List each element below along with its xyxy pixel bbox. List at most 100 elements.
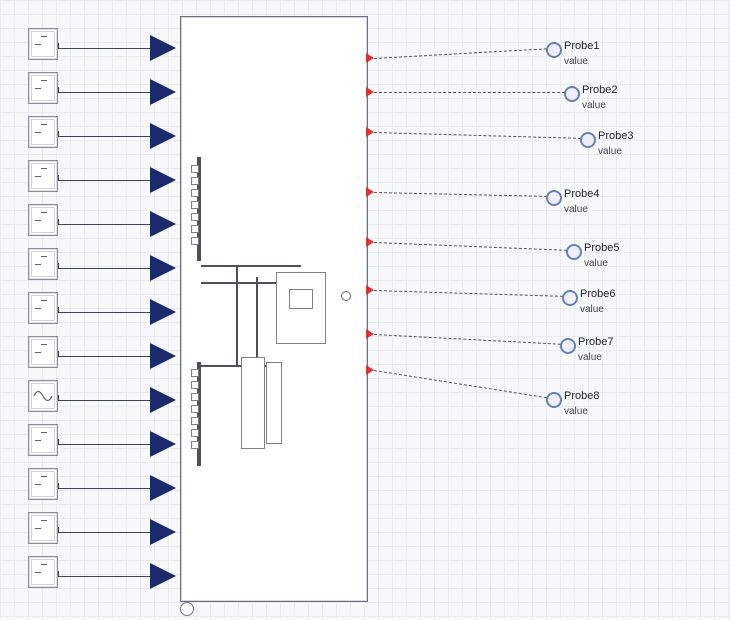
wire [58,136,150,137]
probe-connector [374,290,568,297]
probe-name: Probe2 [582,84,617,96]
wire [58,576,150,577]
port-glyph [191,417,199,425]
output-port-icon [366,329,374,339]
output-port-icon [366,285,374,295]
port-glyph [191,213,199,221]
probe-name: Probe7 [578,336,613,348]
step-source-block[interactable] [28,424,58,456]
wire [58,92,150,93]
inner-block [266,362,282,444]
probe-connector [374,132,586,139]
wire [58,312,150,313]
gain-block[interactable] [150,387,176,413]
probe-value: value [564,56,588,67]
inner-wire [236,267,238,367]
probe-connector [374,334,566,345]
wire [58,488,150,489]
gain-block[interactable] [150,255,176,281]
port-glyph [191,381,199,389]
port-glyph [191,405,199,413]
probe-value: value [580,304,604,315]
sine-source-block[interactable] [28,380,58,412]
probe-value: value [578,352,602,363]
gain-block[interactable] [150,167,176,193]
port-glyph [191,369,199,377]
inner-subblock [289,289,313,309]
step-source-block[interactable] [28,512,58,544]
step-source-block[interactable] [28,556,58,588]
probe-node[interactable] [566,244,582,260]
wire [58,268,150,269]
gain-block[interactable] [150,343,176,369]
busbar-lower [197,362,201,466]
step-source-block[interactable] [28,72,58,104]
port-glyph [191,177,199,185]
inner-wire [256,277,258,367]
probe-name: Probe5 [584,242,619,254]
step-source-block[interactable] [28,160,58,192]
wire [58,400,150,401]
step-source-block[interactable] [28,116,58,148]
probe-connector [374,48,552,59]
output-port-icon [366,365,374,375]
gain-block[interactable] [150,299,176,325]
probe-connector [374,92,570,93]
probe-value: value [564,204,588,215]
probe-value: value [582,100,606,111]
step-source-block[interactable] [28,292,58,324]
gain-block[interactable] [150,35,176,61]
probe-node[interactable] [562,290,578,306]
step-source-block[interactable] [28,468,58,500]
port-glyph [191,393,199,401]
port-glyph [191,237,199,245]
probe-value: value [598,146,622,157]
wire [58,224,150,225]
port-glyph [191,225,199,233]
gain-block[interactable] [150,431,176,457]
inner-wire [201,265,301,267]
wire [58,48,150,49]
gain-block[interactable] [150,475,176,501]
step-source-block[interactable] [28,248,58,280]
probe-value: value [584,258,608,269]
probe-name: Probe8 [564,390,599,402]
output-port-icon [366,237,374,247]
probe-node[interactable] [580,132,596,148]
inner-wire [201,282,281,284]
probe-name: Probe3 [598,130,633,142]
port-glyph [191,189,199,197]
connector-port-icon [180,602,194,616]
output-port-icon [366,53,374,63]
gain-block[interactable] [150,79,176,105]
port-glyph [191,201,199,209]
probe-name: Probe4 [564,188,599,200]
gain-block[interactable] [150,519,176,545]
port-glyph [191,441,199,449]
port-glyph [191,429,199,437]
output-port-icon [366,187,374,197]
inner-block [241,357,265,449]
wire [58,180,150,181]
wire [58,532,150,533]
probe-node[interactable] [546,42,562,58]
diagram-canvas[interactable]: Probe1 value Probe2 value Probe3 value Probe4 v… [0,0,731,620]
probe-node[interactable] [564,86,580,102]
wire [58,356,150,357]
subsystem-block[interactable] [180,16,368,602]
probe-node[interactable] [546,190,562,206]
port-glyph [191,165,199,173]
step-source-block[interactable] [28,336,58,368]
probe-value: value [564,406,588,417]
step-source-block[interactable] [28,204,58,236]
step-source-block[interactable] [28,28,58,60]
probe-node[interactable] [560,338,576,354]
gain-block[interactable] [150,211,176,237]
gain-block[interactable] [150,123,176,149]
probe-connector [374,242,572,251]
probe-name: Probe1 [564,40,599,52]
output-port-icon [366,87,374,97]
subsystem-output-port [341,291,351,301]
gain-block[interactable] [150,563,176,589]
probe-node[interactable] [546,392,562,408]
